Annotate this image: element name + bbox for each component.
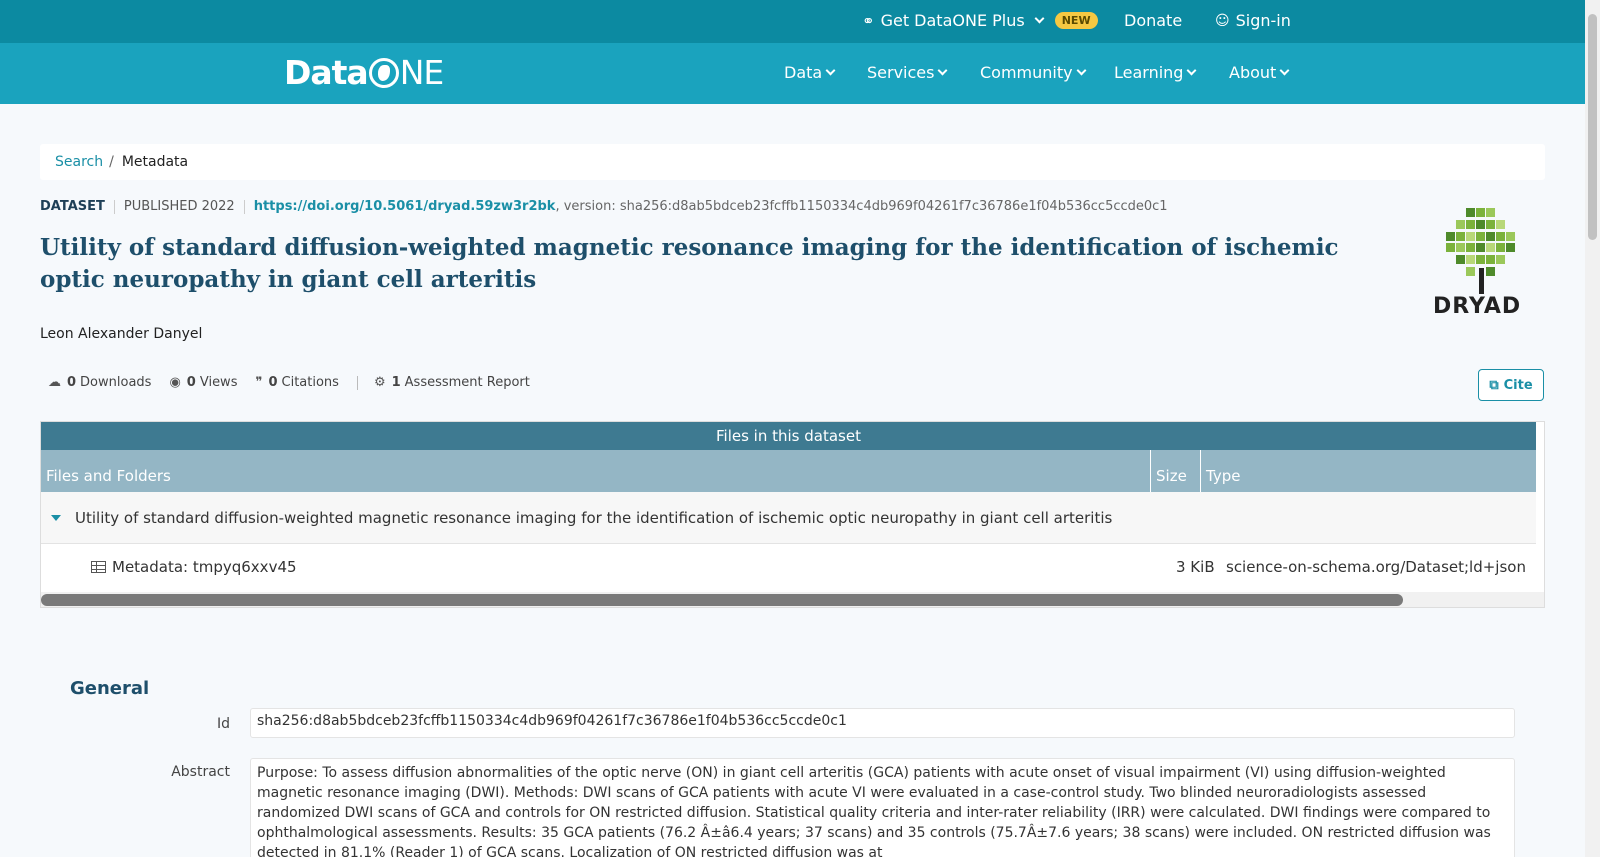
table-row[interactable]: Metadata: tmpyq6xxv45 3 KiB science-on-s… <box>41 544 1544 592</box>
get-dataone-plus-label: Get DataONE Plus <box>880 11 1025 30</box>
donate-link[interactable]: Donate <box>1124 11 1182 30</box>
nav-data-label: Data <box>784 63 823 82</box>
files-table-header: Files in this dataset <box>41 422 1536 450</box>
assessment-count: 1 <box>391 375 401 390</box>
files-column-headers: Files and Folders Size Type <box>41 450 1536 492</box>
chevron-down-icon <box>938 65 948 75</box>
divider <box>113 199 115 214</box>
chevron-down-icon <box>1076 65 1087 75</box>
table-icon <box>91 561 106 573</box>
downloads-label: Downloads <box>80 375 152 390</box>
files-table: Files in this dataset Files and Folders … <box>40 421 1545 608</box>
copy-icon: ⧉ <box>1489 377 1499 393</box>
dryad-trunk <box>1479 268 1484 294</box>
gauge-icon: ⚙ <box>373 375 386 390</box>
views-count: 0 <box>186 375 196 390</box>
column-size[interactable]: Size <box>1150 450 1200 492</box>
file-size: 3 KiB <box>1176 558 1215 576</box>
downloads-count: 0 <box>67 375 77 390</box>
file-name: Metadata: tmpyq6xxv45 <box>112 558 297 576</box>
dataone-logo[interactable]: Data NE <box>284 53 445 92</box>
nav-about-label: About <box>1229 63 1277 82</box>
breadcrumb: Search / Metadata <box>40 144 1545 180</box>
quote-icon: ❞ <box>255 375 263 390</box>
dryad-logo-text: DRYAD <box>1433 294 1522 319</box>
top-bar: ⚭ Get DataONE Plus NEW Donate ☺ Sign-in <box>0 0 1585 43</box>
get-dataone-plus-menu[interactable]: ⚭ Get DataONE Plus NEW <box>862 11 1098 30</box>
views-stat: ◉ 0 Views <box>169 375 237 390</box>
assessment-label: Assessment Report <box>404 375 530 390</box>
citations-label: Citations <box>281 375 339 390</box>
logo-text-ne: NE <box>399 53 445 92</box>
nav-data[interactable]: Data <box>784 63 836 82</box>
file-type: science-on-schema.org/Dataset;ld+json <box>1226 558 1526 576</box>
downloads-stat: ☁ 0 Downloads <box>48 375 151 390</box>
divider <box>243 199 245 214</box>
abstract-label: Abstract <box>171 764 230 780</box>
page-scrollbar[interactable] <box>1585 0 1600 857</box>
nav-about[interactable]: About <box>1229 63 1290 82</box>
id-value: sha256:d8ab5bdceb23fcffb1150334c4db969f0… <box>250 708 1515 738</box>
dataset-type: DATASET <box>40 199 105 214</box>
table-horizontal-scrollbar[interactable] <box>41 592 1544 607</box>
cite-button[interactable]: ⧉ Cite <box>1478 369 1544 401</box>
dataset-meta-line: DATASET PUBLISHED 2022 https://doi.org/1… <box>40 199 1168 214</box>
nav-services-label: Services <box>867 63 935 82</box>
version-text: , version: sha256:d8ab5bdceb23fcffb11503… <box>555 199 1168 214</box>
cloud-download-icon: ☁ <box>48 375 61 390</box>
abstract-value: Purpose: To assess diffusion abnormaliti… <box>250 758 1515 857</box>
chevron-down-icon <box>825 65 836 75</box>
general-section-heading: General <box>70 678 150 699</box>
nav-community[interactable]: Community <box>980 63 1087 82</box>
sign-in-link[interactable]: ☺ Sign-in <box>1215 11 1291 30</box>
column-files-and-folders[interactable]: Files and Folders <box>46 450 171 492</box>
folder-name: Utility of standard diffusion-weighted m… <box>75 508 1113 527</box>
caret-down-icon[interactable] <box>51 514 61 521</box>
doi-link[interactable]: https://doi.org/10.5061/dryad.59zw3r2bk <box>254 199 556 214</box>
chevron-down-icon <box>1187 65 1197 75</box>
sign-in-label: Sign-in <box>1235 11 1291 30</box>
breadcrumb-separator: / <box>109 154 114 170</box>
dataset-stats: ☁ 0 Downloads ◉ 0 Views ❞ 0 Citations ⚙ … <box>48 375 548 390</box>
new-badge: NEW <box>1054 12 1098 29</box>
published-year: PUBLISHED 2022 <box>123 199 235 214</box>
logo-globe-icon <box>368 57 399 88</box>
eye-icon: ◉ <box>169 375 181 390</box>
id-label: Id <box>216 716 230 732</box>
scrollbar-thumb[interactable] <box>1588 14 1597 240</box>
file-name-cell[interactable]: Metadata: tmpyq6xxv45 <box>91 558 297 576</box>
horizontal-scrollbar-thumb[interactable] <box>41 594 1403 606</box>
assessment-report-link[interactable]: ⚙ 1 Assessment Report <box>374 375 530 390</box>
user-icon: ☺ <box>1215 12 1230 29</box>
logo-text-data: Data <box>284 53 369 92</box>
citations-stat: ❞ 0 Citations <box>255 375 338 390</box>
breadcrumb-search-link[interactable]: Search <box>55 154 103 170</box>
author-name[interactable]: Leon Alexander Danyel <box>40 326 202 342</box>
chevron-down-icon <box>1279 65 1290 75</box>
chevron-down-icon <box>1034 13 1045 23</box>
nav-learning-label: Learning <box>1114 63 1184 82</box>
column-type[interactable]: Type <box>1200 450 1240 492</box>
citations-count: 0 <box>268 375 278 390</box>
nav-community-label: Community <box>980 63 1073 82</box>
nav-learning[interactable]: Learning <box>1114 63 1197 82</box>
page-title: Utility of standard diffusion-weighted m… <box>40 234 1339 293</box>
views-label: Views <box>199 375 238 390</box>
breadcrumb-current: Metadata <box>121 154 189 170</box>
main-nav: Data NE Data Services Community Learning… <box>0 43 1585 104</box>
dryad-logo[interactable]: DRYAD <box>1428 208 1538 319</box>
cite-label: Cite <box>1503 377 1533 393</box>
nav-services[interactable]: Services <box>867 63 948 82</box>
folder-row[interactable]: Utility of standard diffusion-weighted m… <box>41 492 1536 544</box>
divider <box>356 375 358 390</box>
globe-icon: ⚭ <box>862 11 875 30</box>
